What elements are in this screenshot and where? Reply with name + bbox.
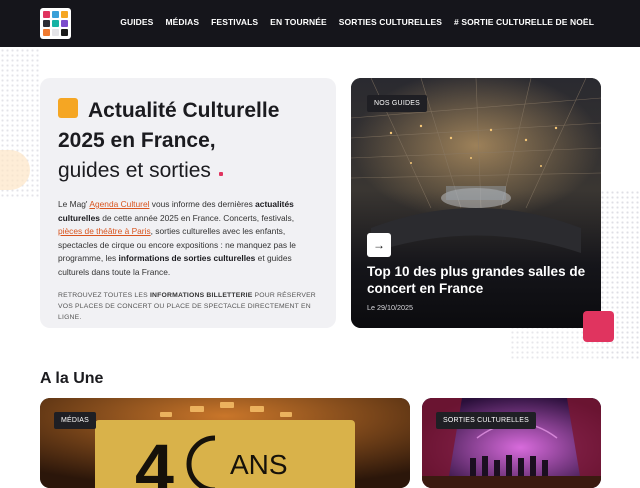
intro-bold: informations de sorties culturelles (118, 253, 256, 264)
a-la-une-card[interactable]: SORTIES CULTURELLES (422, 398, 601, 488)
logo-tile (43, 20, 50, 27)
site-logo[interactable] (40, 8, 71, 39)
featured-title[interactable]: Top 10 des plus grandes salles de concer… (367, 263, 592, 297)
anniversary-image: 4 ANS (40, 398, 410, 488)
logo-tile (43, 29, 50, 36)
title-line-1: Actualité Culturelle (88, 99, 280, 122)
category-tag[interactable]: NOS GUIDES (367, 95, 427, 112)
arrow-right-icon[interactable]: → (367, 233, 391, 257)
title-line-3: guides et sorties (58, 159, 211, 182)
logo-tile (52, 20, 59, 27)
svg-text:4: 4 (135, 430, 174, 488)
intro-text: Le Mag' (58, 199, 90, 209)
title-line-2: 2025 en France, (58, 129, 216, 152)
intro-paragraph: Le Mag' Agenda Culturel vous informe des… (58, 198, 318, 280)
a-la-une-card[interactable]: 4 ANS MÉDIAS (40, 398, 410, 488)
image-text: ANS (230, 449, 288, 480)
page-title: Actualité Culturelle 2025 en France, gui… (58, 96, 318, 186)
nav-item[interactable]: GUIDES (120, 17, 153, 27)
featured-article-card[interactable]: NOS GUIDES → Top 10 des plus grandes sal… (351, 78, 601, 328)
decorative-pink-block (583, 311, 614, 342)
logo-tile (61, 20, 68, 27)
accent-square-icon (58, 98, 78, 118)
nav-item[interactable]: # SORTIE CULTURELLE DE NOËL (454, 17, 594, 27)
nav-item[interactable]: SORTIES CULTURELLES (339, 17, 442, 27)
category-tag[interactable]: MÉDIAS (54, 412, 97, 429)
nav-item[interactable]: MÉDIAS (165, 17, 199, 27)
nav-item[interactable]: EN TOURNÉE (270, 17, 327, 27)
note-text: RETROUVEZ TOUTES LES (58, 291, 150, 299)
agenda-culturel-link[interactable]: Agenda Culturel (89, 199, 149, 209)
hero-intro-card: Actualité Culturelle 2025 en France, gui… (40, 78, 336, 328)
pink-dot-icon (218, 172, 223, 176)
category-tag[interactable]: SORTIES CULTURELLES (436, 412, 537, 429)
theatre-paris-link[interactable]: pièces de théâtre à Paris (58, 226, 151, 236)
logo-tile (61, 29, 68, 36)
nav-item[interactable]: FESTIVALS (211, 17, 258, 27)
note-bold: INFORMATIONS BILLETTERIE (149, 291, 253, 299)
featured-date: Le 29/10/2025 (367, 303, 413, 312)
logo-tile (43, 11, 50, 18)
main-nav: GUIDES MÉDIAS FESTIVALS EN TOURNÉE SORTIES C… (120, 17, 594, 27)
intro-text: de cette année 2025 en France. Concerts,… (99, 212, 295, 223)
logo-tile (61, 11, 68, 18)
top-navigation-bar: GUIDES MÉDIAS FESTIVALS EN TOURNÉE SORTIES C… (0, 0, 640, 47)
ticketing-note: RETROUVEZ TOUTES LES INFORMATIONS BILLET… (58, 290, 318, 323)
logo-tile (52, 29, 59, 36)
logo-tile (52, 11, 59, 18)
intro-text: vous informe des dernières (149, 199, 256, 209)
section-title-a-la-une: A la Une (40, 370, 104, 387)
